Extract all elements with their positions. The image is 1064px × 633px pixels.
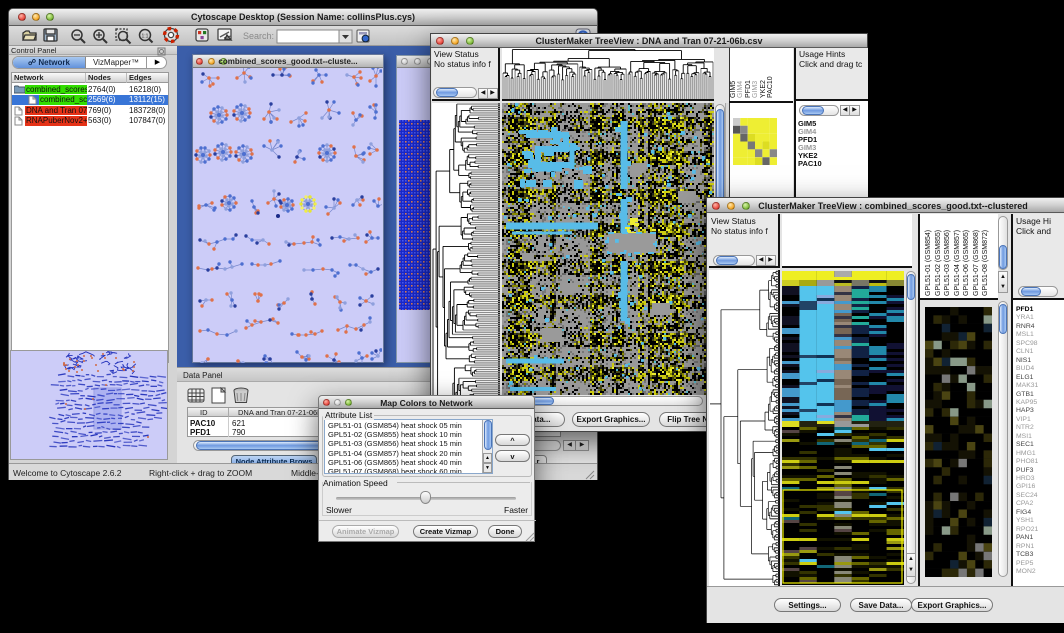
svg-text:1:1: 1:1 (142, 34, 149, 40)
svg-text:Search:: Search: (243, 31, 274, 41)
